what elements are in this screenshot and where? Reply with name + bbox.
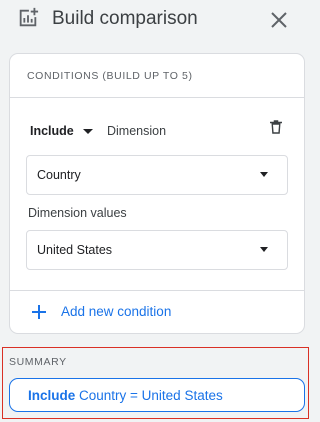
trash-icon[interactable] [267,118,285,136]
dropdown-arrow-icon [260,247,268,252]
dimension-select-value: Country [37,168,81,182]
dimension-label: Dimension [107,124,167,138]
summary-chip[interactable]: Include Country = United States [9,378,305,412]
include-dropdown[interactable]: Include [30,123,93,139]
page-title: Build comparison [52,8,198,29]
dimension-values-label: Dimension values [28,206,127,220]
close-icon[interactable] [267,8,291,32]
plus-icon [32,305,46,319]
dropdown-arrow-icon [260,172,268,177]
conditions-card: CONDITIONS (BUILD UP TO 5) Include Dimen… [9,53,305,334]
add-new-condition-button[interactable]: Add new condition [30,303,171,321]
add-new-condition-label: Add new condition [61,304,172,319]
divider [10,97,304,98]
conditions-heading: CONDITIONS (BUILD UP TO 5) [27,70,193,82]
summary-include-word: Include [28,388,76,403]
summary-text: Include Country = United States [28,388,223,404]
compare-chart-icon [19,7,39,27]
divider [10,290,304,291]
include-label: Include [30,124,74,138]
caret-down-icon [82,128,93,134]
dimension-values-select-value: United States [37,243,113,257]
summary-heading: SUMMARY [9,356,67,368]
dimension-values-select[interactable]: United States [26,230,288,270]
dimension-select[interactable]: Country [26,155,288,195]
summary-expression: Country = United States [75,388,223,403]
summary-section: SUMMARY Include Country = United States [2,347,309,419]
panel-header: Build comparison [0,0,312,42]
